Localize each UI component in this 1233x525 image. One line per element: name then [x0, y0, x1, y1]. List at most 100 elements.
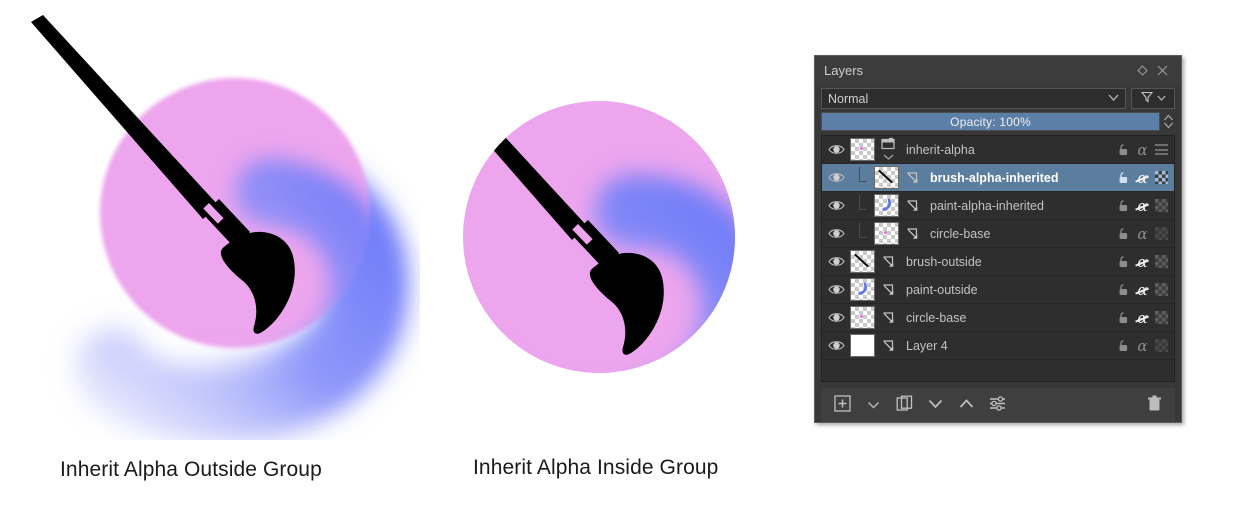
layer-thumbnail[interactable]: [850, 278, 875, 301]
inherit-alpha-arrow-icon[interactable]: [878, 339, 898, 353]
blend-mode-select[interactable]: Normal: [821, 88, 1126, 109]
layer-row[interactable]: brush-alpha-inherited α: [822, 164, 1174, 192]
checker-icon[interactable]: [1152, 220, 1171, 247]
layer-row[interactable]: paint-alpha-inherited α: [822, 192, 1174, 220]
move-layer-down-button[interactable]: [924, 394, 946, 416]
caption-right: Inherit Alpha Inside Group: [473, 456, 719, 479]
alpha-inherit-off[interactable]: α: [1133, 136, 1152, 163]
duplicate-layer-button[interactable]: [893, 394, 915, 416]
unlocked-icon[interactable]: [1114, 164, 1133, 191]
checker-icon[interactable]: [1152, 192, 1171, 219]
float-diamond-glyph: [1136, 65, 1148, 76]
checker-glyph: [1155, 311, 1168, 324]
layer-name: paint-alpha-inherited: [930, 198, 1044, 213]
inherit-alpha-arrow-icon[interactable]: [878, 311, 898, 325]
eye-icon[interactable]: [822, 171, 850, 184]
eye-icon[interactable]: [822, 255, 850, 268]
passthrough-dashes-icon[interactable]: [1152, 136, 1171, 163]
checker-icon[interactable]: [1152, 164, 1171, 191]
opacity-spinner[interactable]: [1162, 114, 1175, 129]
delete-layer-button[interactable]: [1143, 394, 1165, 416]
layer-row[interactable]: Layer 4 α: [822, 332, 1174, 360]
alpha-inherit-on[interactable]: α: [1133, 248, 1152, 275]
layer-indent-connector: [850, 220, 874, 247]
layer-properties-button[interactable]: [986, 394, 1008, 416]
layer-properties-icon: [989, 396, 1006, 414]
layer-row[interactable]: inherit-alpha α: [822, 136, 1174, 164]
alpha-icon: α: [1137, 196, 1148, 215]
inherit-alpha-arrow-icon[interactable]: [902, 227, 922, 241]
alpha-inherit-off[interactable]: α: [1133, 220, 1152, 247]
layer-thumbnail[interactable]: [850, 250, 875, 273]
add-layer-menu-button[interactable]: [862, 394, 884, 416]
inherit-alpha-arrow-icon[interactable]: [878, 283, 898, 297]
checker-icon[interactable]: [1152, 332, 1171, 359]
chevron-down-icon: [1156, 93, 1166, 104]
eye-icon[interactable]: [822, 143, 850, 156]
checker-icon[interactable]: [1152, 276, 1171, 303]
move-layer-up-button[interactable]: [955, 394, 977, 416]
layer-thumbnail[interactable]: [874, 222, 899, 245]
caption-left: Inherit Alpha Outside Group: [60, 458, 322, 481]
layer-thumbnail[interactable]: [850, 138, 875, 161]
layer-thumbnail[interactable]: [850, 334, 875, 357]
alpha-icon: α: [1137, 280, 1148, 299]
brush-clipped-svg: [463, 101, 664, 355]
checker-icon[interactable]: [1152, 304, 1171, 331]
eye-icon[interactable]: [822, 199, 850, 212]
layer-filter-button[interactable]: [1131, 88, 1175, 109]
brush-svg: [31, 15, 295, 334]
layer-thumbnail[interactable]: [874, 194, 899, 217]
unlocked-icon[interactable]: [1114, 136, 1133, 163]
checker-glyph: [1155, 227, 1168, 240]
eye-icon[interactable]: [822, 311, 850, 324]
unlocked-icon[interactable]: [1114, 248, 1133, 275]
inherit-alpha-arrow-icon[interactable]: [902, 171, 922, 185]
layer-row[interactable]: brush-outside α: [822, 248, 1174, 276]
alpha-inherit-on[interactable]: α: [1133, 304, 1152, 331]
opacity-slider[interactable]: Opacity: 100%: [821, 112, 1160, 131]
unlocked-icon[interactable]: [1114, 332, 1133, 359]
chevron-down-icon: [1108, 93, 1119, 104]
layer-indent-connector: [850, 192, 874, 219]
inherit-alpha-arrow-icon[interactable]: [902, 199, 922, 213]
layer-thumbnail[interactable]: [874, 166, 899, 189]
alpha-inherit-off[interactable]: α: [1133, 332, 1152, 359]
layer-name: inherit-alpha: [906, 142, 975, 157]
alpha-inherit-on[interactable]: α: [1133, 276, 1152, 303]
folder-icon: [878, 137, 898, 163]
layer-property-icons: α: [1114, 220, 1174, 247]
alpha-inherit-on[interactable]: α: [1133, 164, 1152, 191]
eye-icon[interactable]: [822, 283, 850, 296]
alpha-icon: α: [1137, 140, 1148, 159]
alpha-icon: α: [1137, 224, 1148, 243]
layer-thumbnail[interactable]: [850, 306, 875, 329]
layer-row[interactable]: paint-outside α: [822, 276, 1174, 304]
layer-row[interactable]: circle-base α: [822, 304, 1174, 332]
opacity-slider-label: Opacity: 100%: [950, 114, 1031, 129]
group-clip-circle: [463, 101, 735, 373]
layer-row[interactable]: circle-base α: [822, 220, 1174, 248]
layer-list[interactable]: inherit-alpha α brush-alpha-inherited α pain…: [821, 135, 1175, 382]
unlocked-icon[interactable]: [1114, 276, 1133, 303]
add-layer-button[interactable]: [831, 394, 853, 416]
checker-icon[interactable]: [1152, 248, 1171, 275]
inherit-alpha-arrow-icon[interactable]: [878, 255, 898, 269]
docker-titlebar: Layers: [815, 56, 1181, 85]
brush-alpha-inherited-silhouette: [463, 101, 735, 373]
artwork-left-outside-group: [0, 0, 420, 444]
alpha-icon: α: [1137, 336, 1148, 355]
move-up-icon: [958, 398, 975, 413]
unlocked-icon[interactable]: [1114, 304, 1133, 331]
chevron-down-icon[interactable]: [883, 149, 894, 163]
layer-property-icons: α: [1114, 248, 1174, 275]
checker-glyph: [1155, 339, 1168, 352]
dashes-glyph: [1155, 144, 1168, 155]
close-icon[interactable]: [1152, 61, 1172, 81]
eye-icon[interactable]: [822, 339, 850, 352]
float-icon[interactable]: [1132, 61, 1152, 81]
alpha-inherit-on[interactable]: α: [1133, 192, 1152, 219]
unlocked-icon[interactable]: [1114, 192, 1133, 219]
unlocked-icon[interactable]: [1114, 220, 1133, 247]
eye-icon[interactable]: [822, 227, 850, 240]
